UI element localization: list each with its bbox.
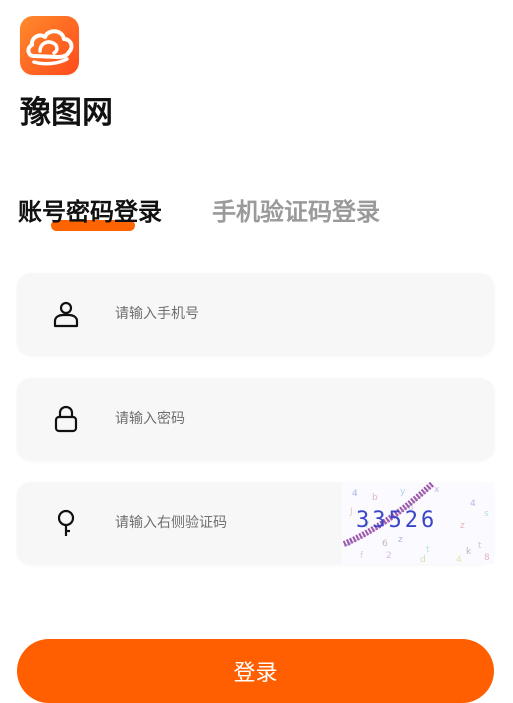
login-button[interactable]: 登录 xyxy=(17,639,494,703)
phone-field xyxy=(17,273,494,355)
svg-text:J: J xyxy=(349,507,353,517)
svg-text:k: k xyxy=(466,547,472,557)
key-icon xyxy=(57,509,75,536)
captcha-input[interactable] xyxy=(115,508,335,538)
captcha-image[interactable]: 4 b y x 4 s J 7 6 z 3 f 6 z 2 t d 4 k t … xyxy=(342,482,494,564)
app-logo xyxy=(20,16,79,75)
cloud-logo-icon xyxy=(26,29,74,66)
svg-text:t: t xyxy=(426,545,430,555)
svg-text:2: 2 xyxy=(386,551,392,561)
svg-text:d: d xyxy=(420,555,426,564)
phone-input[interactable] xyxy=(115,299,335,329)
svg-text:z: z xyxy=(398,535,403,545)
captcha-code: 33526 xyxy=(356,508,438,533)
svg-text:6: 6 xyxy=(382,539,388,549)
app-title: 豫图网 xyxy=(20,95,113,131)
svg-text:s: s xyxy=(484,509,489,519)
svg-text:t: t xyxy=(478,541,482,551)
svg-text:x: x xyxy=(434,485,440,495)
tab-password-login[interactable]: 账号密码登录 xyxy=(18,195,162,229)
user-icon xyxy=(53,301,79,328)
svg-text:8: 8 xyxy=(484,553,490,563)
password-field xyxy=(17,378,494,460)
svg-text:4: 4 xyxy=(470,499,476,509)
svg-text:b: b xyxy=(372,493,378,503)
svg-text:f: f xyxy=(360,551,364,561)
svg-text:z: z xyxy=(460,521,465,531)
lock-icon xyxy=(54,405,78,433)
svg-text:4: 4 xyxy=(352,489,358,499)
svg-text:y: y xyxy=(400,487,406,497)
tab-sms-login[interactable]: 手机验证码登录 xyxy=(212,195,380,229)
svg-text:4: 4 xyxy=(456,555,462,564)
password-input[interactable] xyxy=(115,404,335,434)
